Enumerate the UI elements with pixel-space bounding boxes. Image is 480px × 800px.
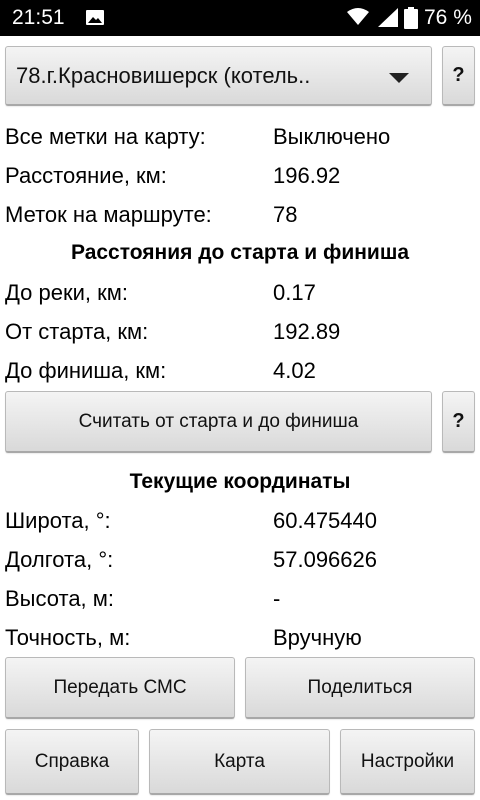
battery-icon [404, 7, 418, 29]
share-button[interactable]: Поделиться [245, 657, 475, 719]
wifi-icon [347, 8, 369, 25]
coord-value: - [273, 586, 281, 611]
send-sms-button[interactable]: Передать СМС [5, 657, 235, 719]
image-notification-icon [86, 10, 104, 25]
calc-start-finish-button[interactable]: Считать от старта и до финиша [5, 391, 432, 453]
info-label: Расстояние, км: [5, 163, 167, 188]
info-value: Выключено [273, 124, 391, 149]
coord-value: Вручную [273, 625, 362, 650]
route-help-button[interactable]: ? [442, 46, 475, 106]
distance-value: 0.17 [273, 280, 316, 305]
status-time: 21:51 [12, 6, 65, 29]
coord-row-accuracy: Точность, м: Вручную [5, 620, 475, 656]
distance-label: До реки, км: [5, 280, 128, 305]
cell-signal-icon [378, 8, 398, 27]
distance-row-start: От старта, км: 192.89 [5, 314, 475, 350]
route-select-value: 78.г.Красновишерск (котель.. [16, 62, 311, 88]
map-button[interactable]: Карта [149, 729, 330, 795]
battery-percent: 76 % [424, 6, 472, 29]
coordinates-title: Текущие координаты [129, 470, 351, 493]
coord-row-longitude: Долгота, °: 57.096626 [5, 542, 475, 578]
info-row-marks-count: Меток на маршруте: 78 [5, 197, 475, 233]
info-value: 196.92 [273, 163, 341, 188]
info-label: Меток на маршруте: [5, 202, 212, 227]
distance-label: До финиша, км: [5, 358, 167, 383]
info-label: Все метки на карту: [5, 124, 206, 149]
status-bar: 21:51 76 % [0, 0, 480, 36]
distance-row-river: До реки, км: 0.17 [5, 275, 475, 311]
info-row-distance: Расстояние, км: 196.92 [5, 158, 475, 194]
coord-value: 60.475440 [273, 508, 377, 533]
calc-help-button[interactable]: ? [442, 391, 475, 453]
route-select[interactable]: 78.г.Красновишерск (котель.. [5, 46, 432, 106]
info-row-all-marks: Все метки на карту: Выключено [5, 119, 475, 155]
distance-value: 192.89 [273, 319, 341, 344]
distance-label: От старта, км: [5, 319, 149, 344]
coord-value: 57.096626 [273, 547, 377, 572]
distance-value: 4.02 [273, 358, 316, 383]
info-value: 78 [273, 202, 298, 227]
coord-row-altitude: Высота, м: - [5, 581, 475, 617]
dropdown-arrow-icon [389, 73, 409, 83]
coord-label: Долгота, °: [5, 547, 114, 572]
settings-button[interactable]: Настройки [340, 729, 475, 795]
coord-label: Высота, м: [5, 586, 115, 611]
coord-row-latitude: Широта, °: 60.475440 [5, 503, 475, 539]
distance-row-finish: До финиша, км: 4.02 [5, 353, 475, 389]
coord-label: Точность, м: [5, 625, 131, 650]
distances-title: Расстояния до старта и финиша [70, 241, 410, 264]
help-button[interactable]: Справка [5, 729, 139, 795]
coord-label: Широта, °: [5, 508, 111, 533]
